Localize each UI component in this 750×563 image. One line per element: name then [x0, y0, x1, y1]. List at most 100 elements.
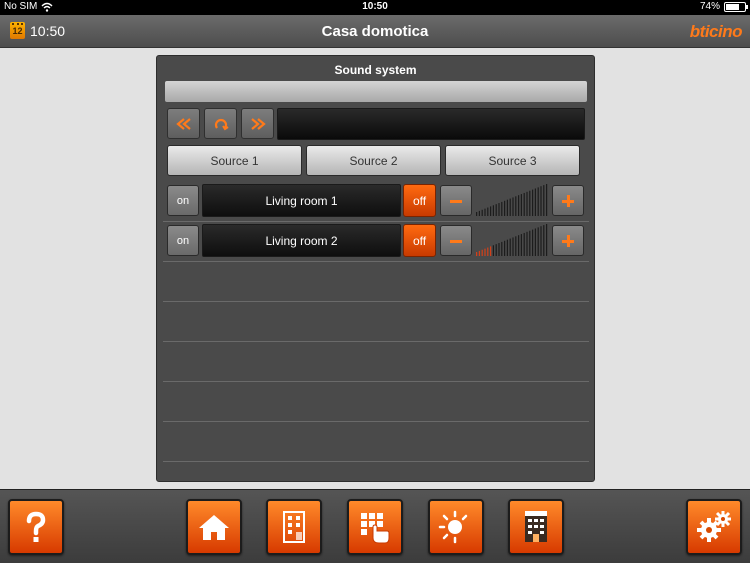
- volume-bar: [476, 252, 478, 256]
- home-icon: [199, 515, 229, 540]
- row-divider: [163, 301, 589, 302]
- volume-bar: [476, 212, 478, 216]
- zone-row: on Living room 2 off: [167, 224, 586, 258]
- building-icon: [525, 511, 547, 542]
- repeat-button[interactable]: [204, 108, 237, 139]
- volume-bar: [523, 232, 525, 256]
- row-divider: [163, 221, 589, 222]
- volume-bar: [534, 188, 536, 216]
- keypad-button[interactable]: [347, 499, 403, 555]
- volume-bar: [481, 209, 483, 216]
- zone-on-button[interactable]: on: [167, 185, 199, 216]
- volume-bar: [509, 238, 511, 256]
- status-time: 10:50: [362, 1, 388, 12]
- volume-bar: [501, 241, 503, 256]
- settings-icon: [697, 511, 731, 542]
- row-divider: [163, 461, 589, 462]
- repeat-icon: [214, 118, 229, 130]
- volume-bar: [520, 194, 522, 216]
- panel-title: Sound system: [334, 63, 417, 77]
- volume-bar: [518, 195, 520, 216]
- volume-bar: [515, 236, 517, 256]
- volume-bar: [518, 235, 520, 256]
- source-3-button[interactable]: Source 3: [445, 145, 580, 176]
- volume-bar: [520, 234, 522, 256]
- volume-bar: [529, 190, 531, 216]
- volume-meter[interactable]: [474, 184, 549, 217]
- status-bar: No SIM 10:50 74%: [0, 0, 750, 15]
- volume-bar: [487, 247, 489, 256]
- volume-bar: [490, 246, 492, 256]
- building-button[interactable]: [508, 499, 564, 555]
- volume-bar: [543, 185, 545, 216]
- help-icon: [26, 511, 46, 542]
- brand-logo: bticino: [689, 22, 743, 41]
- battery-icon: [724, 1, 748, 12]
- volume-bar: [487, 207, 489, 216]
- volume-bar: [529, 230, 531, 256]
- scenario-button[interactable]: [428, 499, 484, 555]
- volume-bar: [492, 205, 494, 216]
- row-divider: [163, 381, 589, 382]
- volume-bar: [532, 189, 534, 216]
- volume-bar: [484, 208, 486, 216]
- bottom-toolbar: [0, 489, 750, 563]
- volume-bar: [526, 231, 528, 256]
- volume-bar: [540, 186, 542, 216]
- source-2-button[interactable]: Source 2: [306, 145, 441, 176]
- volume-bar: [492, 245, 494, 256]
- zone-name: Living room 2: [202, 224, 401, 257]
- rewind-button[interactable]: [167, 108, 200, 139]
- fast-forward-icon: [250, 117, 266, 130]
- volume-bar: [523, 192, 525, 216]
- volume-bar: [540, 226, 542, 256]
- volume-down-button[interactable]: [440, 185, 472, 216]
- track-display: [277, 108, 585, 140]
- volume-down-button[interactable]: [440, 225, 472, 256]
- source-1-button[interactable]: Source 1: [167, 145, 302, 176]
- volume-bar: [546, 184, 548, 216]
- volume-bar: [532, 229, 534, 256]
- zone-name: Living room 1: [202, 184, 401, 217]
- minus-icon: [449, 234, 463, 248]
- app-header: 12 10:50 Casa domotica bticino: [0, 15, 750, 48]
- volume-bar: [495, 244, 497, 256]
- sound-system-panel: Sound system Source 1 Source 2 Source 3 …: [156, 55, 595, 482]
- room-button[interactable]: [266, 499, 322, 555]
- volume-bar: [506, 239, 508, 256]
- volume-bar: [504, 200, 506, 216]
- volume-bar: [509, 198, 511, 216]
- volume-bar: [490, 206, 492, 216]
- plus-icon: [561, 194, 575, 208]
- volume-bar: [537, 227, 539, 256]
- help-button[interactable]: [8, 499, 64, 555]
- volume-bar: [512, 197, 514, 216]
- volume-bar: [546, 224, 548, 256]
- room-icon: [283, 511, 305, 543]
- keypad-touch-icon: [361, 513, 390, 544]
- zone-off-button[interactable]: off: [403, 224, 436, 257]
- fast-forward-button[interactable]: [241, 108, 274, 139]
- info-bar: [165, 81, 587, 102]
- volume-bar: [478, 250, 480, 256]
- volume-bar: [504, 240, 506, 256]
- volume-bar: [498, 203, 500, 216]
- zone-off-button[interactable]: off: [403, 184, 436, 217]
- row-divider: [163, 261, 589, 262]
- rewind-icon: [175, 117, 191, 130]
- volume-up-button[interactable]: [552, 225, 584, 256]
- zone-row: on Living room 1 off: [167, 184, 586, 218]
- volume-bar: [515, 196, 517, 216]
- volume-bar: [537, 187, 539, 216]
- battery-percent: 74%: [699, 1, 720, 12]
- row-divider: [163, 421, 589, 422]
- volume-bar: [501, 201, 503, 216]
- page-title: Casa domotica: [321, 23, 429, 40]
- volume-bar: [512, 237, 514, 256]
- home-button[interactable]: [186, 499, 242, 555]
- volume-bar: [484, 248, 486, 256]
- settings-button[interactable]: [686, 499, 742, 555]
- volume-up-button[interactable]: [552, 185, 584, 216]
- volume-meter[interactable]: [474, 224, 549, 257]
- zone-on-button[interactable]: on: [167, 225, 199, 256]
